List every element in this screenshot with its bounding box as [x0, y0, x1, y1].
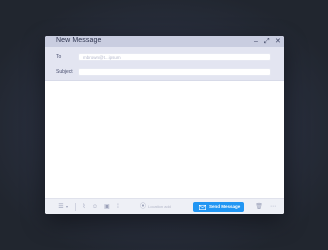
trash-icon[interactable]: 🗑 — [255, 203, 263, 211]
location-pin-icon[interactable]: ⦿ — [139, 203, 147, 211]
title-bar: New Message – ⤢ ✕ — [45, 36, 284, 47]
compose-window: New Message – ⤢ ✕ To mbrown@t...ipsum Su… — [45, 36, 284, 214]
expand-icon[interactable]: ⤢ — [264, 37, 270, 46]
microphone-icon[interactable]: ⁞ — [114, 203, 122, 211]
location-text[interactable]: Location add — [148, 203, 171, 211]
camera-icon[interactable]: ▣ — [103, 203, 111, 211]
send-message-label: Send Message — [209, 204, 241, 209]
more-icon[interactable]: ⋯ — [269, 203, 277, 211]
compose-footer: ☰ ▾ ⌇ ☺ ▣ ⁞ ⦿ Location add Send Message … — [45, 198, 284, 214]
to-field[interactable]: mbrown@t...ipsum — [78, 53, 271, 61]
chevron-down-icon[interactable]: ▾ — [63, 203, 71, 211]
divider — [75, 203, 76, 211]
close-icon[interactable]: ✕ — [275, 37, 281, 46]
emoji-icon[interactable]: ☺ — [91, 203, 99, 211]
subject-field[interactable] — [78, 68, 271, 76]
to-label: To — [56, 54, 62, 60]
attachment-icon[interactable]: ⌇ — [80, 203, 88, 211]
send-message-button[interactable]: Send Message — [193, 202, 244, 212]
envelope-icon — [199, 205, 206, 210]
subject-label: Subject — [56, 69, 73, 75]
minimize-icon[interactable]: – — [254, 37, 258, 46]
compose-header: To mbrown@t...ipsum Subject — [45, 47, 284, 80]
message-body[interactable] — [45, 80, 284, 199]
window-title: New Message — [56, 37, 102, 44]
